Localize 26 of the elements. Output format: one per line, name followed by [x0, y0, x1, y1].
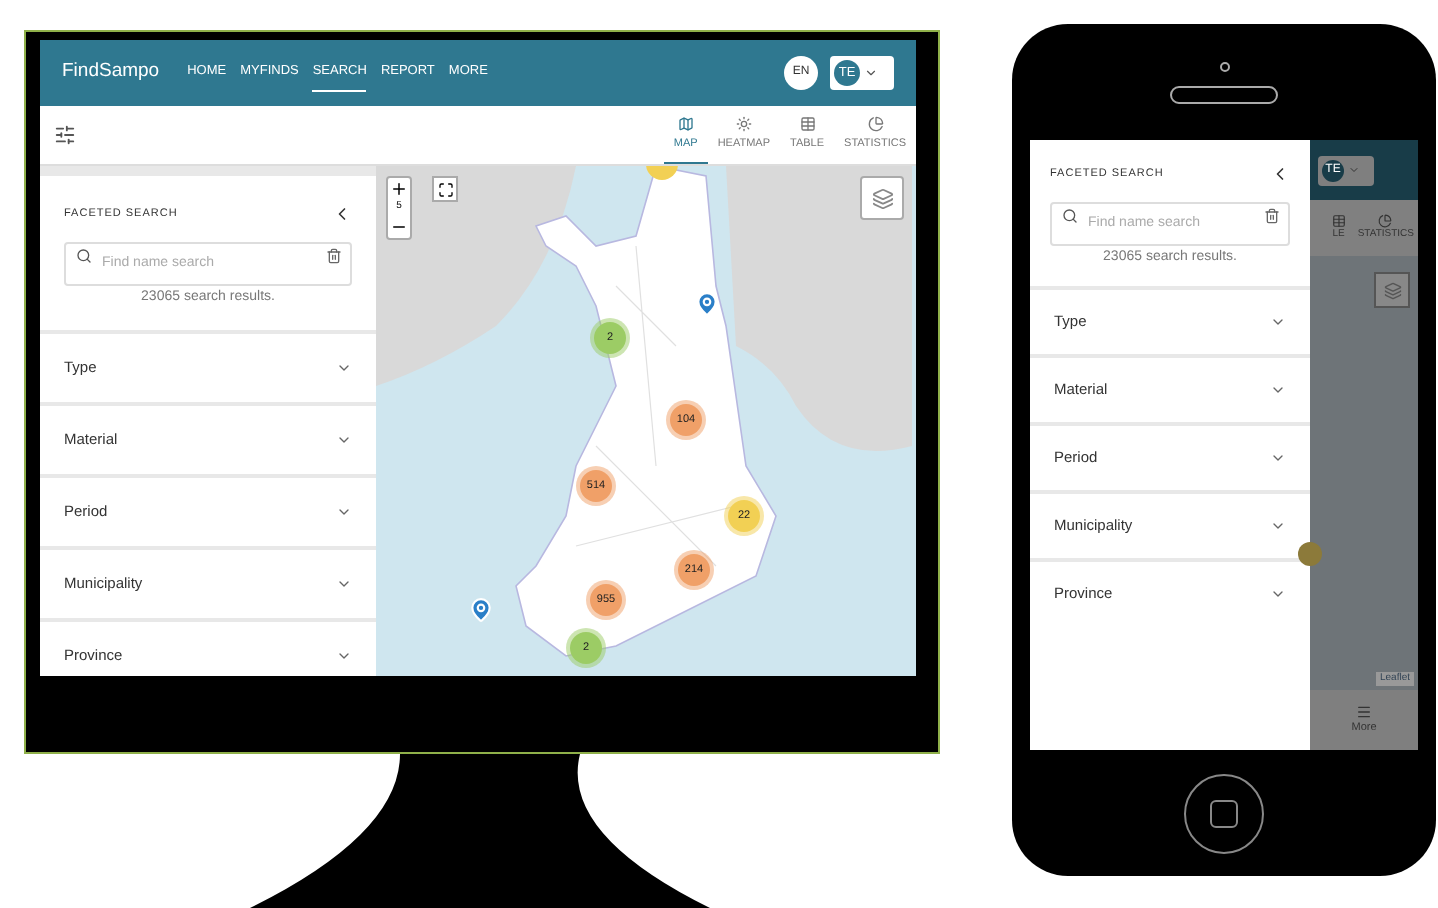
- camera-icon: [1219, 61, 1229, 71]
- search-icon: [76, 248, 92, 264]
- caret-icon: [864, 66, 878, 80]
- sun-icon: [735, 115, 752, 132]
- layers-icon: [1383, 281, 1401, 299]
- table-icon: [799, 115, 816, 132]
- layers-button[interactable]: [860, 176, 904, 220]
- layers-icon: [871, 187, 893, 209]
- home-button[interactable]: [1184, 773, 1264, 853]
- fullscreen-button[interactable]: [432, 176, 458, 202]
- map-cluster[interactable]: [1298, 542, 1322, 566]
- menu-icon[interactable]: [1356, 703, 1372, 720]
- caret-icon: [1348, 164, 1360, 176]
- search-icon: [1062, 208, 1078, 224]
- pie-chart-icon: [867, 115, 884, 132]
- map-icon: [677, 115, 694, 132]
- pie-chart-icon: [1378, 213, 1393, 228]
- filter-icon[interactable]: [54, 124, 76, 146]
- map-pin-icon[interactable]: [468, 596, 494, 624]
- speaker-icon: [1170, 85, 1278, 103]
- trash-icon[interactable]: [1264, 208, 1280, 224]
- brand-name[interactable]: FindSampo: [62, 58, 160, 88]
- table-icon: [1331, 213, 1346, 228]
- zoom-in-icon[interactable]: [388, 178, 410, 200]
- fullscreen-icon: [437, 181, 453, 197]
- trash-icon[interactable]: [326, 248, 342, 264]
